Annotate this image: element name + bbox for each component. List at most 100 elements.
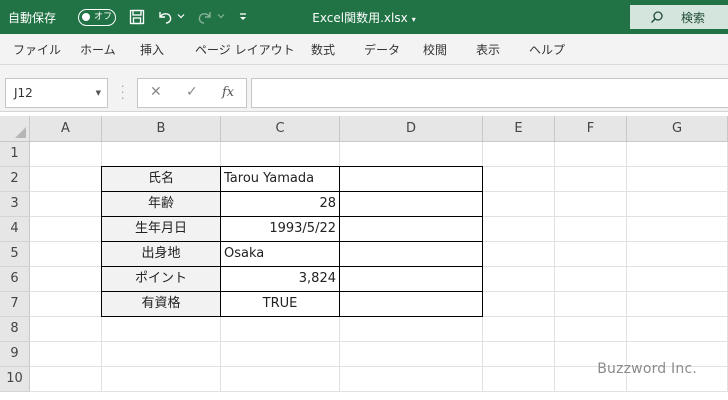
column-header-g[interactable]: G xyxy=(627,116,728,142)
name-box[interactable]: J12 ▼ xyxy=(5,78,108,108)
row-header-1[interactable]: 1 xyxy=(0,142,30,167)
cancel-icon[interactable]: ✕ xyxy=(150,84,162,100)
cell-g8[interactable] xyxy=(627,317,728,342)
cell-e2[interactable] xyxy=(483,167,555,192)
row-header-8[interactable]: 8 xyxy=(0,317,30,342)
cell-b3[interactable]: 年齢 xyxy=(101,192,221,217)
cell-c3[interactable]: 28 xyxy=(221,192,340,217)
cell-b9[interactable] xyxy=(102,342,221,367)
tab-home[interactable]: ホーム xyxy=(80,41,116,58)
cell-a2[interactable] xyxy=(30,167,102,192)
cell-e3[interactable] xyxy=(483,192,555,217)
cell-f8[interactable] xyxy=(555,317,627,342)
cell-c10[interactable] xyxy=(221,367,340,392)
search-box[interactable]: 検索 xyxy=(630,5,728,29)
cell-c5[interactable]: Osaka xyxy=(221,242,340,267)
column-header-e[interactable]: E xyxy=(483,116,555,142)
cell-d5[interactable] xyxy=(340,242,483,267)
tab-insert[interactable]: 挿入 xyxy=(140,41,164,58)
cell-f1[interactable] xyxy=(555,142,627,167)
cell-f7[interactable] xyxy=(555,292,627,317)
cell-a4[interactable] xyxy=(30,217,102,242)
cell-f2[interactable] xyxy=(555,167,627,192)
enter-icon[interactable]: ✓ xyxy=(186,84,198,100)
column-header-a[interactable]: A xyxy=(30,116,102,142)
cell-d3[interactable] xyxy=(340,192,483,217)
cell-b8[interactable] xyxy=(102,317,221,342)
row-header-7[interactable]: 7 xyxy=(0,292,30,317)
cell-b5[interactable]: 出身地 xyxy=(101,242,221,267)
column-header-b[interactable]: B xyxy=(102,116,221,142)
cell-d7[interactable] xyxy=(340,292,483,317)
tab-review[interactable]: 校閲 xyxy=(423,41,447,58)
cell-a6[interactable] xyxy=(30,267,102,292)
cell-f6[interactable] xyxy=(555,267,627,292)
cell-f3[interactable] xyxy=(555,192,627,217)
cell-b2[interactable]: 氏名 xyxy=(101,166,221,192)
row-header-10[interactable]: 10 xyxy=(0,367,30,392)
row-header-9[interactable]: 9 xyxy=(0,342,30,367)
cell-c2[interactable]: Tarou Yamada xyxy=(221,166,340,192)
cell-a5[interactable] xyxy=(30,242,102,267)
cell-g7[interactable] xyxy=(627,292,728,317)
cell-c9[interactable] xyxy=(221,342,340,367)
cell-e4[interactable] xyxy=(483,217,555,242)
cell-c1[interactable] xyxy=(221,142,340,167)
cell-b4[interactable]: 生年月日 xyxy=(101,217,221,242)
cell-g3[interactable] xyxy=(627,192,728,217)
cell-e9[interactable] xyxy=(483,342,555,367)
formula-bar-resize-handle[interactable]: · · · xyxy=(121,81,127,104)
cell-g1[interactable] xyxy=(627,142,728,167)
formula-input[interactable] xyxy=(251,78,728,108)
tab-file[interactable]: ファイル xyxy=(13,41,61,58)
cell-a9[interactable] xyxy=(30,342,102,367)
row-header-3[interactable]: 3 xyxy=(0,192,30,217)
select-all-button[interactable] xyxy=(0,116,30,142)
tab-data[interactable]: データ xyxy=(364,41,400,58)
cell-g6[interactable] xyxy=(627,267,728,292)
row-header-6[interactable]: 6 xyxy=(0,267,30,292)
cell-g4[interactable] xyxy=(627,217,728,242)
row-header-5[interactable]: 5 xyxy=(0,242,30,267)
row-header-2[interactable]: 2 xyxy=(0,167,30,192)
cell-c4[interactable]: 1993/5/22 xyxy=(221,217,340,242)
cell-b6[interactable]: ポイント xyxy=(101,267,221,292)
cell-d4[interactable] xyxy=(340,217,483,242)
cell-d8[interactable] xyxy=(340,317,483,342)
cell-a3[interactable] xyxy=(30,192,102,217)
column-header-f[interactable]: F xyxy=(555,116,627,142)
tab-page-layout[interactable]: ページ レイアウト xyxy=(195,41,295,58)
cell-b10[interactable] xyxy=(102,367,221,392)
name-box-dropdown-icon[interactable]: ▼ xyxy=(96,89,101,97)
cell-f4[interactable] xyxy=(555,217,627,242)
cell-a10[interactable] xyxy=(30,367,102,392)
cell-d2[interactable] xyxy=(340,166,483,192)
cell-b7[interactable]: 有資格 xyxy=(101,292,221,317)
cell-g5[interactable] xyxy=(627,242,728,267)
cell-d9[interactable] xyxy=(340,342,483,367)
cell-e5[interactable] xyxy=(483,242,555,267)
cell-c6[interactable]: 3,824 xyxy=(221,267,340,292)
cell-a1[interactable] xyxy=(30,142,102,167)
insert-function-icon[interactable]: fx xyxy=(222,85,234,100)
cell-e8[interactable] xyxy=(483,317,555,342)
cell-a7[interactable] xyxy=(30,292,102,317)
column-header-c[interactable]: C xyxy=(221,116,340,142)
tab-view[interactable]: 表示 xyxy=(476,41,500,58)
cell-a8[interactable] xyxy=(30,317,102,342)
row-header-4[interactable]: 4 xyxy=(0,217,30,242)
cell-c7[interactable]: TRUE xyxy=(221,292,340,317)
document-title[interactable]: Excel関数用.xlsx ▾ xyxy=(0,9,728,26)
column-header-d[interactable]: D xyxy=(340,116,483,142)
tab-help[interactable]: ヘルプ xyxy=(529,41,565,58)
cell-e6[interactable] xyxy=(483,267,555,292)
cell-e7[interactable] xyxy=(483,292,555,317)
cell-d10[interactable] xyxy=(340,367,483,392)
cell-f5[interactable] xyxy=(555,242,627,267)
cell-b1[interactable] xyxy=(102,142,221,167)
cell-g2[interactable] xyxy=(627,167,728,192)
cell-e10[interactable] xyxy=(483,367,555,392)
tab-formulas[interactable]: 数式 xyxy=(311,41,335,58)
cell-c8[interactable] xyxy=(221,317,340,342)
cell-d6[interactable] xyxy=(340,267,483,292)
